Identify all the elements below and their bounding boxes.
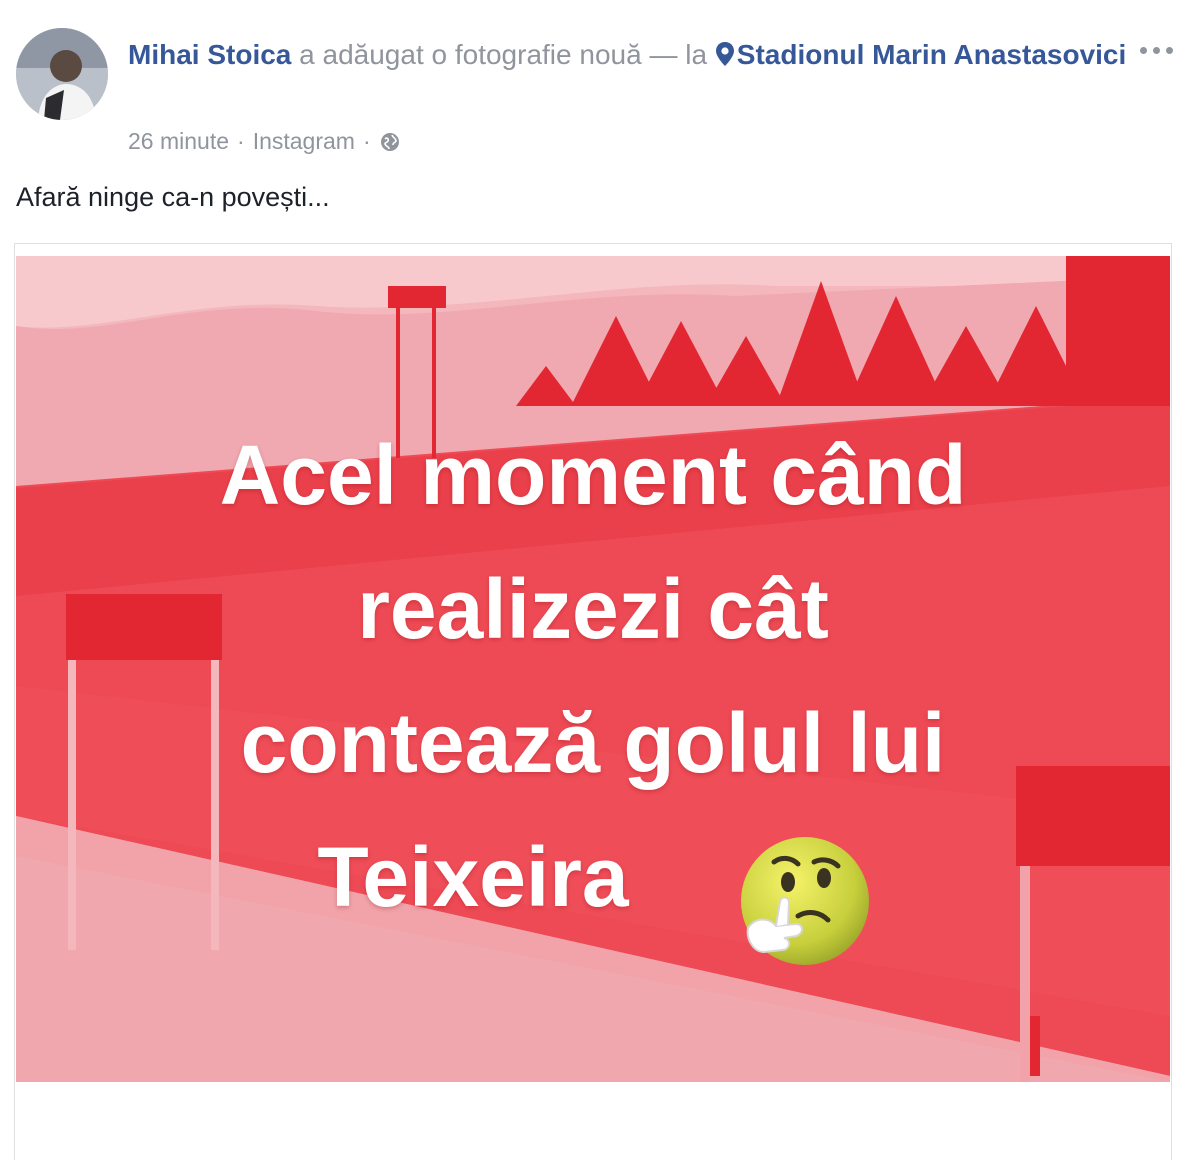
post-timestamp[interactable]: 26 minute [128, 128, 229, 155]
meme-line-1: Acel moment când [219, 428, 967, 522]
author-avatar[interactable] [16, 28, 108, 120]
post-caption: Afară ninge ca-n povești... [16, 182, 330, 212]
location-link[interactable]: Stadionul Marin Anastasovici [737, 39, 1126, 70]
options-dot-icon [1140, 46, 1147, 54]
post-action-text: a adăugat o fotografie nouă — la [299, 39, 708, 70]
options-dot-icon [1153, 46, 1160, 54]
post-options-button[interactable] [1140, 38, 1180, 62]
meme-text: Acel moment când realizezi cât contează … [16, 256, 1170, 1082]
post-header: Mihai Stoica a adăugat o fotografie nouă… [128, 34, 1128, 79]
meme-line-3: contează golul lui [240, 696, 946, 790]
post-source[interactable]: Instagram [253, 128, 355, 155]
author-name[interactable]: Mihai Stoica [128, 39, 291, 70]
meme-line-4: Teixeira [317, 830, 629, 924]
avatar-photo [16, 28, 108, 120]
post-meta: 26 minute · Instagram · [128, 128, 401, 155]
post-photo[interactable]: Acel moment când realizezi cât contează … [16, 256, 1170, 1082]
meme-line-2: realizezi cât [357, 562, 829, 656]
options-dot-icon [1166, 46, 1173, 54]
meta-separator: · [362, 128, 371, 154]
location-pin-icon [715, 37, 735, 79]
facebook-post: Mihai Stoica a adăugat o fotografie nouă… [0, 0, 1200, 1160]
audience-globe-icon[interactable] [379, 131, 401, 153]
thinking-face-icon [736, 832, 874, 970]
meta-separator: · [237, 128, 245, 154]
